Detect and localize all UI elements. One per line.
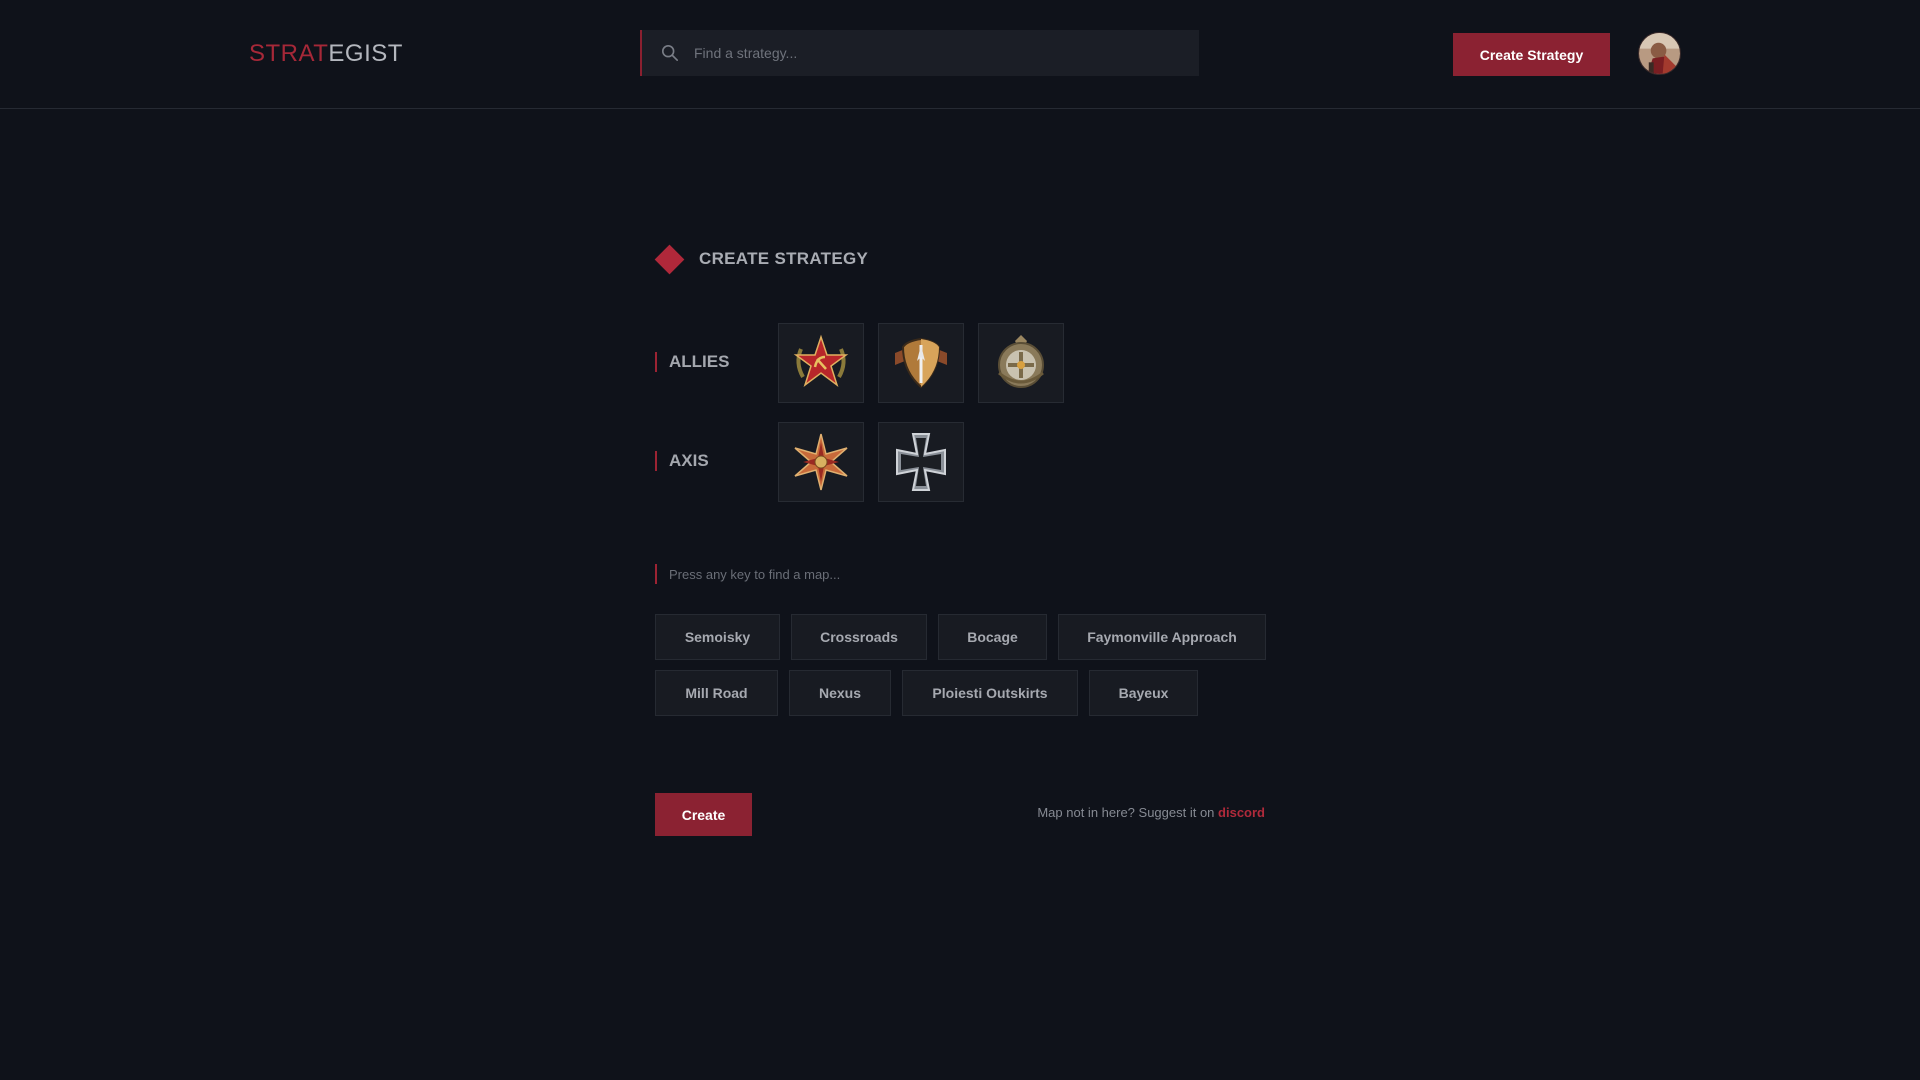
map-option-bocage[interactable]: Bocage [938,614,1047,660]
map-option-ploiesti-outskirts[interactable]: Ploiesti Outskirts [902,670,1078,716]
suggest-text: Map not in here? Suggest it on [1037,805,1215,820]
search-icon [661,44,679,62]
map-option-bayeux[interactable]: Bayeux [1089,670,1198,716]
british-badge-emblem-icon [998,335,1044,388]
map-option-mill-road[interactable]: Mill Road [655,670,778,716]
us-shield-emblem-icon [895,337,947,389]
suggest-map-note: Map not in here? Suggest it on discord [1000,805,1265,820]
logo-egist: EGIST [328,40,403,67]
page-title: CREATE STRATEGY [699,249,869,268]
brand-logo[interactable]: STRATEGIST [249,40,403,68]
map-option-crossroads[interactable]: Crossroads [791,614,927,660]
faction-okw-button[interactable] [778,422,864,502]
axis-label: AXIS [655,451,709,471]
map-option-semoisky[interactable]: Semoisky [655,614,780,660]
search-input[interactable] [694,30,1199,76]
logo-strat: STRAT [249,40,329,67]
map-option-faymonville-approach[interactable]: Faymonville Approach [1058,614,1266,660]
oberkommando-star-emblem-icon [794,433,848,491]
map-search [655,564,1155,584]
allies-label: ALLIES [655,352,729,372]
create-strategy-button[interactable]: Create Strategy [1453,33,1610,76]
discord-link[interactable]: discord [1218,805,1265,820]
faction-british-button[interactable] [978,323,1064,403]
create-button[interactable]: Create [655,793,752,836]
map-option-nexus[interactable]: Nexus [789,670,891,716]
map-search-input[interactable] [669,564,1155,584]
iron-cross-emblem-icon [896,433,946,491]
soviet-star-emblem-icon [793,334,849,388]
create-strategy-heading: CREATE STRATEGY [654,244,869,274]
avatar-image [1639,33,1680,74]
faction-soviet-button[interactable] [778,323,864,403]
user-avatar[interactable] [1638,32,1681,75]
diamond-icon [654,244,685,274]
strategy-search [640,30,1199,76]
faction-wehrmacht-button[interactable] [878,422,964,502]
top-navbar: STRATEGIST Create Strategy [0,0,1920,109]
faction-us-forces-button[interactable] [878,323,964,403]
